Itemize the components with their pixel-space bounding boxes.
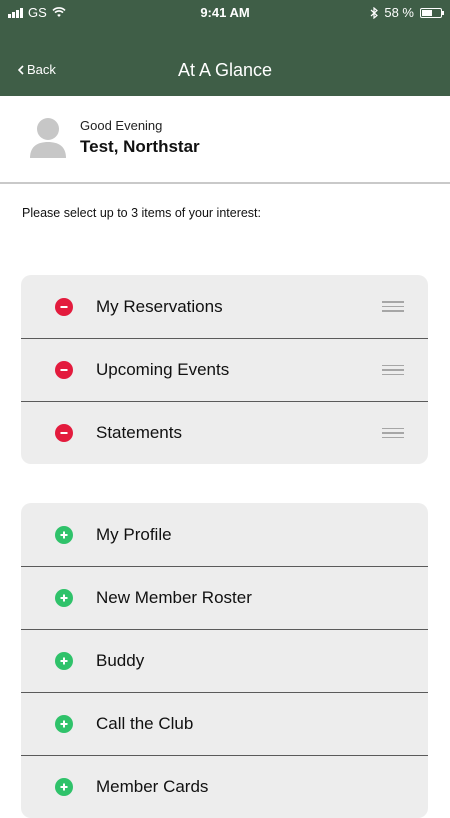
battery-percent: 58 %	[384, 5, 414, 20]
greeting-text: Good Evening Test, Northstar	[80, 118, 200, 157]
bluetooth-icon	[370, 6, 379, 19]
battery-fill	[422, 9, 433, 16]
item-label: Buddy	[96, 651, 145, 670]
drag-handle-icon[interactable]	[382, 301, 404, 312]
item-label: Call the Club	[96, 714, 194, 733]
add-icon[interactable]	[55, 589, 73, 607]
add-icon[interactable]	[55, 652, 73, 670]
drag-handle-icon[interactable]	[382, 427, 404, 439]
battery-icon	[420, 7, 444, 18]
available-item-member-cards[interactable]: Member Cards	[21, 755, 428, 818]
item-label: Statements	[96, 423, 182, 442]
selected-items-card: My Reservations Upcoming Events Statements	[21, 275, 428, 464]
item-label: New Member Roster	[96, 588, 252, 607]
selection-prompt: Please select up to 3 items of your inte…	[22, 206, 262, 220]
add-icon[interactable]	[55, 525, 73, 544]
drag-handle-icon[interactable]	[382, 364, 404, 376]
app-header: GS 9:41 AM 58 % Back At A Glance	[0, 0, 450, 96]
item-label: My Reservations	[96, 296, 223, 316]
status-bar: GS 9:41 AM 58 %	[0, 0, 450, 26]
remove-icon[interactable]	[55, 424, 73, 442]
avatar	[30, 118, 66, 158]
available-item-new-member-roster[interactable]: New Member Roster	[21, 566, 428, 629]
remove-icon[interactable]	[55, 297, 73, 316]
item-label: Member Cards	[96, 777, 209, 796]
available-item-buddy[interactable]: Buddy	[21, 629, 428, 692]
item-label: Upcoming Events	[96, 360, 230, 379]
selected-item-my-reservations[interactable]: My Reservations	[21, 275, 428, 338]
remove-icon[interactable]	[55, 361, 73, 379]
available-items-card: My Profile New Member Roster Buddy Call the…	[21, 503, 428, 818]
page-title: At A Glance	[177, 60, 273, 80]
available-item-call-the-club[interactable]: Call the Club	[21, 692, 428, 755]
item-label: My Profile	[96, 524, 172, 544]
add-icon[interactable]	[55, 778, 73, 796]
nav-bar: Back At A Glance	[0, 50, 450, 90]
user-name: Test, Northstar	[80, 137, 200, 156]
selected-item-statements[interactable]: Statements	[21, 401, 428, 464]
selected-item-upcoming-events[interactable]: Upcoming Events	[21, 338, 428, 401]
available-item-my-profile[interactable]: My Profile	[21, 503, 428, 566]
add-icon[interactable]	[55, 715, 73, 733]
greeting-salutation: Good Evening	[80, 118, 163, 133]
greeting-panel: Good Evening Test, Northstar	[0, 96, 450, 184]
status-right: 58 %	[370, 5, 444, 20]
